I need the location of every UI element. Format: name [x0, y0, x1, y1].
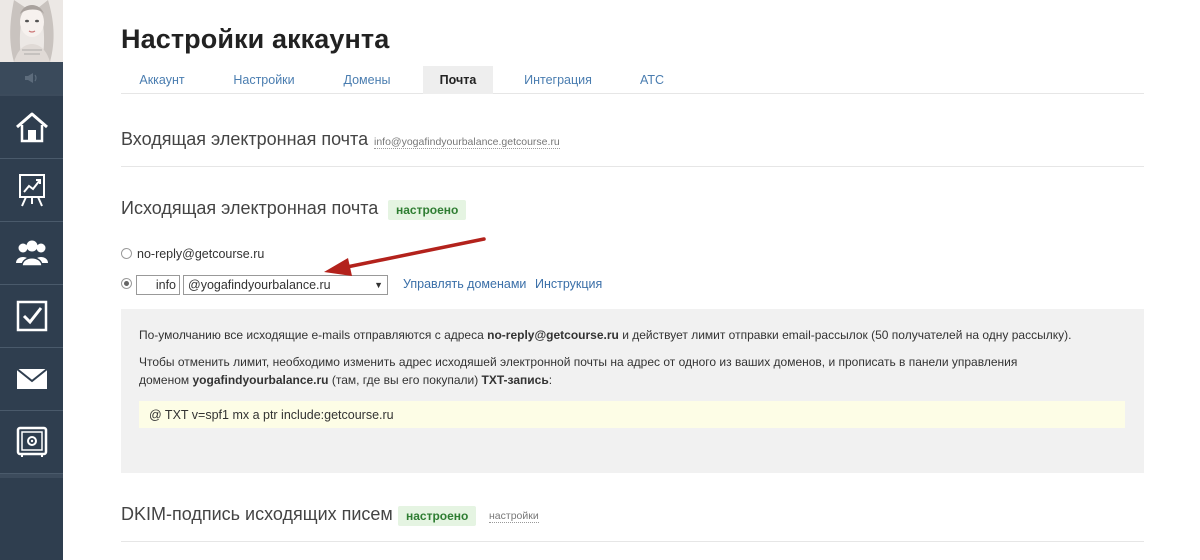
info-box: По-умолчанию все исходящие e-mails отпра…: [121, 309, 1144, 473]
incoming-mail-address[interactable]: info@yogafindyourbalance.getcourse.ru: [374, 136, 560, 149]
checkbox-icon: [16, 300, 47, 332]
domain-select[interactable]: @yogafindyourbalance.ru ▼: [183, 275, 388, 295]
sidebar-empty: [0, 478, 63, 560]
section-divider: [121, 541, 1144, 542]
info-text-line: доменом yogafindyourbalance.ru (там, где…: [139, 371, 1017, 389]
users-icon: [15, 240, 48, 267]
sidebar: [0, 0, 63, 560]
sidebar-item-mail[interactable]: [0, 348, 63, 411]
domain-bold: yogafindyourbalance.ru: [192, 373, 329, 387]
info-text-line: Чтобы отменить лимит, необходимо изменит…: [139, 355, 1018, 369]
txt-record-code: @ TXT v=spf1 mx a ptr include:getcourse.…: [139, 401, 1125, 428]
info-paragraph-default: По-умолчанию все исходящие e-mails отпра…: [139, 326, 1071, 344]
instructions-link[interactable]: Инструкция: [535, 277, 602, 291]
info-text-part: и действует лимит отправки email-рассыло…: [618, 328, 1072, 342]
tab-settings[interactable]: Настройки: [218, 66, 310, 94]
tab-account[interactable]: Аккаунт: [121, 66, 203, 94]
sidebar-item-tasks[interactable]: [0, 285, 63, 348]
custom-address-radio[interactable]: [121, 278, 132, 289]
dkim-settings-link[interactable]: настройки: [489, 510, 539, 523]
domain-select-value: @yogafindyourbalance.ru: [188, 278, 331, 292]
info-text-part: По-умолчанию все исходящие e-mails отпра…: [139, 328, 488, 342]
dkim-title: DKIM-подпись исходящих писем: [121, 504, 393, 524]
tab-integration[interactable]: Интеграция: [509, 66, 607, 94]
avatar[interactable]: [0, 0, 63, 62]
home-icon: [15, 112, 48, 143]
speaker-icon: [24, 73, 37, 83]
sidebar-item-users[interactable]: [0, 222, 63, 285]
info-text-part: (там, где вы его покупали): [328, 373, 482, 387]
manage-domains-link[interactable]: Управлять доменами: [403, 277, 526, 291]
default-address-radio[interactable]: [121, 248, 132, 259]
tab-ats[interactable]: АТС: [623, 66, 681, 94]
tab-mail[interactable]: Почта: [423, 66, 493, 94]
sidebar-item-statistics[interactable]: [0, 159, 63, 222]
outgoing-status-badge: настроено: [388, 200, 467, 220]
tab-domains[interactable]: Домены: [326, 66, 408, 94]
outgoing-mail-title: Исходящая электронная почта: [121, 198, 379, 218]
page-title: Настройки аккаунта: [121, 24, 390, 54]
default-address-bold: no-reply@getcourse.ru: [487, 328, 619, 342]
chart-icon: [18, 174, 45, 207]
tab-bar: Аккаунт Настройки Домены Почта Интеграци…: [121, 66, 1144, 94]
section-divider: [121, 166, 1144, 167]
mail-icon: [15, 368, 48, 389]
sidebar-item-settings[interactable]: [0, 411, 63, 474]
safe-icon: [16, 426, 47, 457]
dkim-status-badge: настроено: [398, 506, 477, 526]
sidebar-item-home[interactable]: [0, 96, 63, 159]
txt-record-bold: TXT-запись: [481, 373, 549, 387]
default-address-label: no-reply@getcourse.ru: [137, 247, 265, 261]
info-text-part: :: [548, 373, 553, 387]
local-part-input[interactable]: [136, 275, 180, 295]
annotation-arrow-icon: [324, 237, 486, 276]
info-text-part: доменом: [139, 373, 193, 387]
notifications-toggle[interactable]: [0, 62, 63, 94]
chevron-down-icon: ▼: [374, 280, 383, 290]
incoming-mail-title: Входящая электронная почта: [121, 129, 369, 149]
info-paragraph-limit: Чтобы отменить лимит, необходимо изменит…: [139, 353, 1017, 389]
